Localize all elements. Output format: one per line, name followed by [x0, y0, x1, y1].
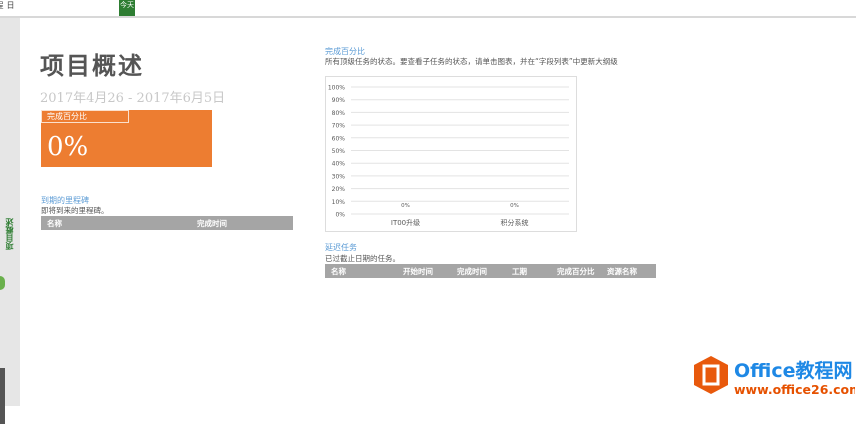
late-tasks-title: 延迟任务 — [325, 243, 357, 252]
col-name: 名称 — [47, 219, 62, 228]
tab-project-overview[interactable]: 项目概述 — [4, 218, 15, 250]
today-marker[interactable]: 今天 — [119, 0, 135, 16]
y-tick-label: 40% — [332, 161, 346, 168]
y-tick-label: 100% — [328, 85, 345, 92]
sheet-tab-bar: 项目概述 — [0, 18, 20, 424]
milestones-table-header[interactable]: 名称 完成时间 — [41, 216, 293, 230]
col-start: 开始时间 — [403, 267, 433, 276]
percent-complete-card[interactable]: 完成百分比 0% — [41, 110, 212, 167]
office-logo-icon — [694, 356, 728, 394]
date-range: 2017年4月26 - 2017年6月5日 — [40, 91, 226, 106]
x-category-label: 积分系统 — [501, 218, 529, 227]
tab-indicator — [0, 276, 5, 290]
y-tick-label: 0% — [335, 212, 345, 219]
page-title: 项目概述 — [40, 52, 144, 80]
late-tasks-table-header[interactable]: 名称 开始时间 完成时间 工期 完成百分比 资源名称 — [325, 264, 656, 278]
logo-brand: Office教程网 — [734, 359, 853, 382]
completion-description: 所有顶级任务的状态。要查看子任务的状态，请单击图表，并在“字段列表”中更新大纲级 — [325, 57, 618, 66]
milestones-subtitle: 即将到来的里程碑。 — [41, 206, 109, 215]
data-label: 0% — [401, 203, 410, 209]
watermark-logo: Office教程网 www.office26.com — [690, 352, 856, 404]
col-finish: 完成时间 — [197, 219, 227, 228]
logo-url: www.office26.com — [734, 382, 855, 397]
y-tick-label: 60% — [332, 135, 346, 142]
card-label: 完成百分比 — [41, 110, 129, 123]
timeline-bar: 日程 今天 — [0, 0, 856, 18]
y-tick-label: 70% — [332, 123, 346, 130]
col-name: 名称 — [331, 267, 346, 276]
y-tick-label: 80% — [332, 110, 346, 117]
col-finish: 完成时间 — [457, 267, 487, 276]
x-category-label: IT00升级 — [391, 218, 420, 227]
y-tick-label: 10% — [332, 199, 346, 206]
late-tasks-subtitle: 已过截止日期的任务。 — [325, 254, 400, 263]
col-duration: 工期 — [512, 267, 527, 276]
y-tick-label: 90% — [332, 97, 346, 104]
data-label: 0% — [510, 203, 519, 209]
y-tick-label: 20% — [332, 186, 346, 193]
col-percent: 完成百分比 — [557, 267, 595, 276]
chart-svg: 0% 10% 20% 30% 40% 50% 60% 70% 80% 90% 100% 0% IT00升… — [328, 85, 569, 227]
completion-chart[interactable]: 0% 10% 20% 30% 40% 50% 60% 70% 80% 90% 100% 0% IT00升… — [325, 76, 577, 232]
y-tick-label: 50% — [332, 148, 346, 155]
card-value: 0% — [47, 132, 89, 162]
schedule-label: 日程 — [0, 1, 15, 9]
scroll-handle[interactable] — [0, 368, 5, 424]
col-resources: 资源名称 — [607, 267, 637, 276]
y-tick-label: 30% — [332, 173, 346, 180]
